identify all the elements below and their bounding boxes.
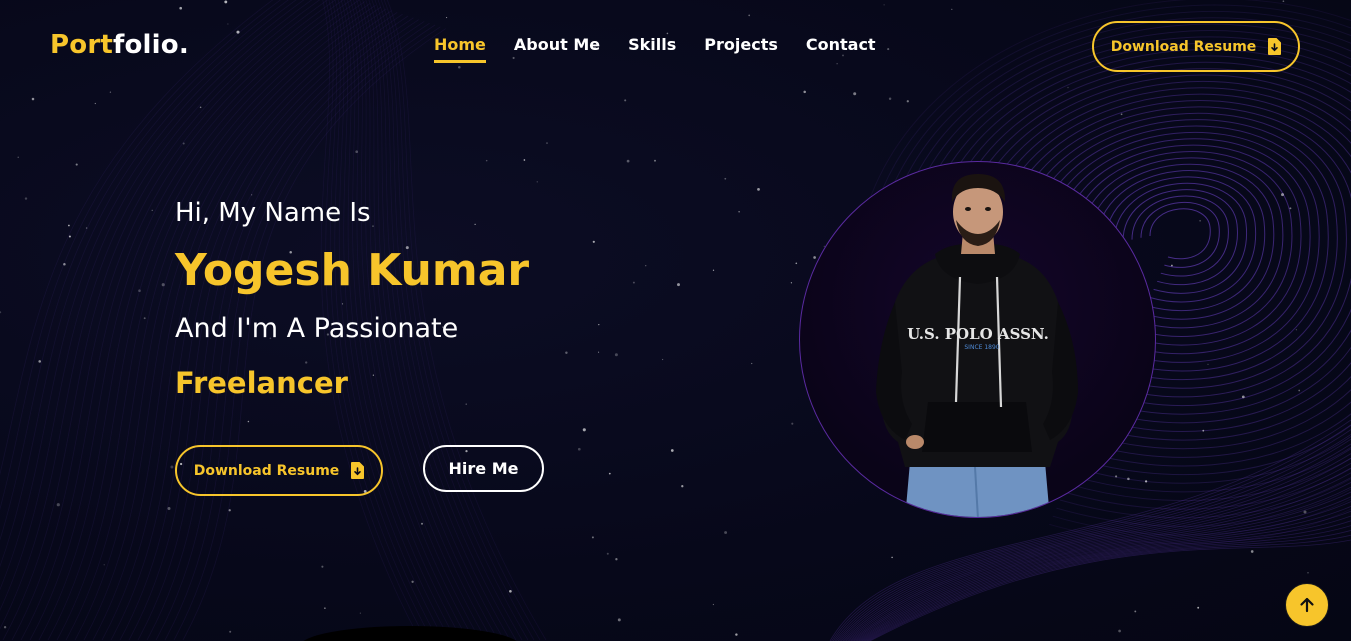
hire-me-button[interactable]: Hire Me	[423, 445, 544, 492]
profile-photo: U.S. POLO ASSN. SINCE 1890	[799, 161, 1156, 518]
nav-home[interactable]: Home	[434, 35, 486, 63]
brand-logo-part2: folio.	[112, 30, 189, 60]
nav-contact[interactable]: Contact	[806, 35, 876, 63]
header-download-resume-button[interactable]: Download Resume	[1092, 21, 1300, 72]
hero-role: Freelancer	[175, 366, 348, 400]
nav-skills[interactable]: Skills	[628, 35, 676, 63]
hero-download-resume-button[interactable]: Download Resume	[175, 445, 383, 496]
hero-greeting: Hi, My Name Is	[175, 198, 371, 228]
portfolio-page: Portfolio. Home About Me Skills Projects…	[0, 0, 1351, 641]
file-download-icon	[1268, 38, 1282, 55]
hoodie-text: U.S. POLO ASSN.	[907, 325, 1049, 343]
main-nav: Home About Me Skills Projects Contact	[434, 35, 904, 63]
file-download-icon	[351, 462, 365, 479]
hero-download-resume-label: Download Resume	[193, 462, 340, 479]
nav-projects[interactable]: Projects	[704, 35, 778, 63]
hero-tagline: And I'm A Passionate	[175, 313, 459, 344]
nav-about[interactable]: About Me	[514, 35, 600, 63]
header-download-resume-label: Download Resume	[1110, 38, 1257, 55]
hoodie-subtext: SINCE 1890	[964, 344, 999, 351]
brand-logo-part1: Port	[50, 30, 113, 60]
person-illustration: U.S. POLO ASSN. SINCE 1890	[876, 174, 1078, 517]
arrow-up-icon	[1300, 597, 1314, 613]
hero-name: Yogesh Kumar	[175, 245, 530, 296]
scroll-to-top-button[interactable]	[1285, 583, 1329, 627]
brand-logo[interactable]: Portfolio.	[50, 30, 189, 60]
